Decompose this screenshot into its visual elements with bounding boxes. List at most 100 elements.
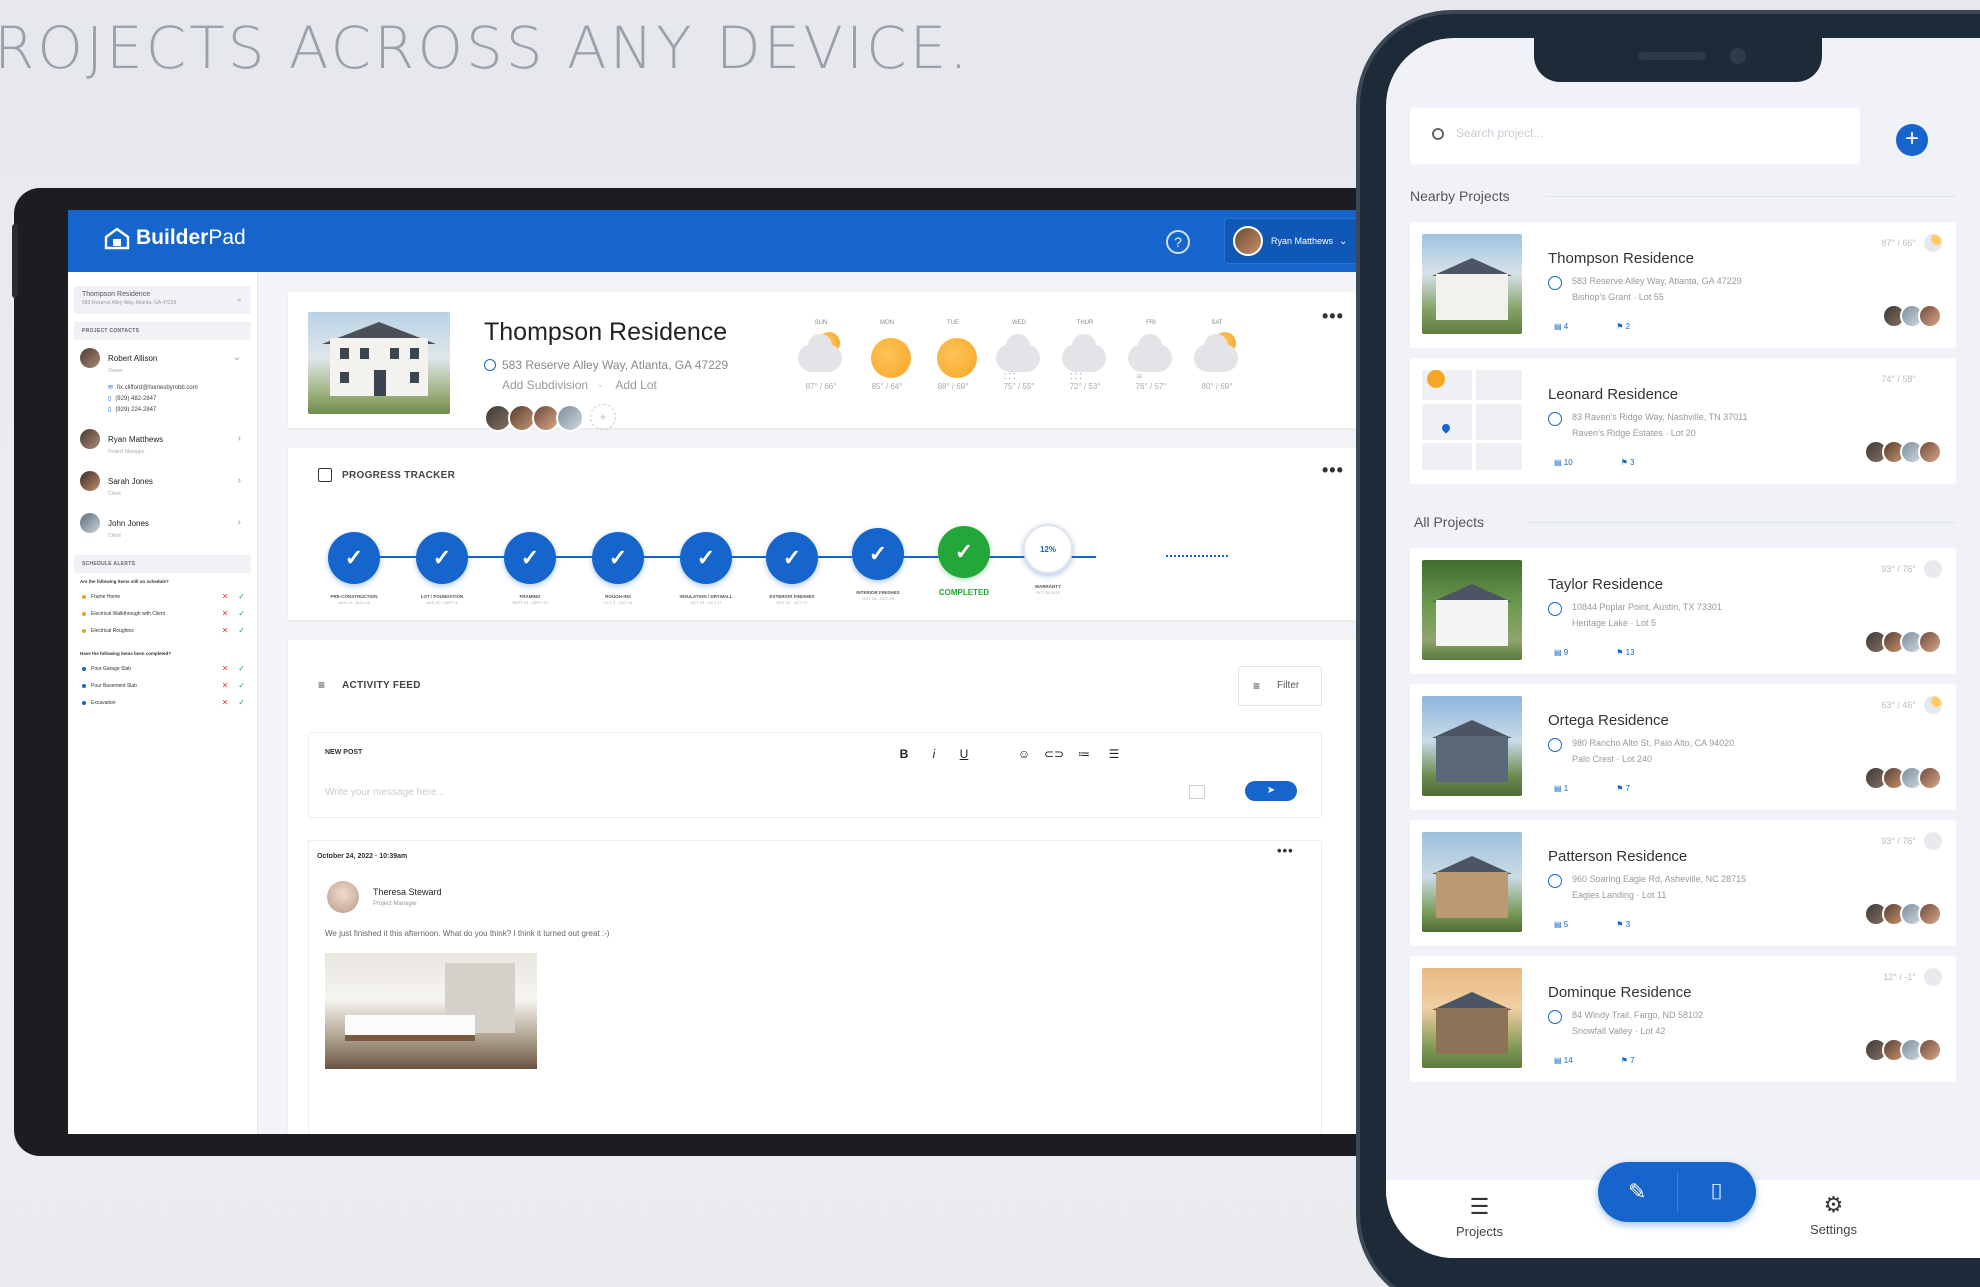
reject-icon[interactable]: ✕ <box>222 664 229 673</box>
weather-temp: 80° / 69° <box>1201 382 1233 391</box>
bullet-list-icon[interactable]: ☰ <box>1099 747 1129 761</box>
filter-button[interactable]: ≡ Filter <box>1238 666 1322 706</box>
flags-count: ⚑ 3 <box>1620 458 1635 467</box>
activity-feed-card: ≡ ACTIVITY FEED ≡ Filter NEW POST B i U … <box>288 640 1358 1134</box>
weather-day: MON 85° / 64° <box>854 320 920 391</box>
confirm-icon[interactable]: ✓ <box>238 698 245 707</box>
contacts-header: PROJECT CONTACTS <box>74 322 251 340</box>
reject-icon[interactable]: ✕ <box>222 698 229 707</box>
help-icon[interactable]: ? <box>1166 230 1190 254</box>
send-button[interactable]: ➤ <box>1245 781 1297 801</box>
progress-step-warranty[interactable]: 12% WARRANTY OCT 30 2023 <box>988 524 1108 595</box>
comments-count: ▤ 14 <box>1554 1056 1573 1065</box>
more-options-icon[interactable]: ••• <box>1322 306 1344 327</box>
chevron-right-icon[interactable]: › <box>238 517 241 528</box>
italic-icon[interactable]: i <box>919 747 949 761</box>
chevron-down-icon[interactable]: ⌄ <box>233 352 241 363</box>
project-card[interactable]: Patterson Residence 960 Soaring Eagle Rd… <box>1410 820 1956 946</box>
project-card[interactable]: Dominque Residence 84 Windy Trail, Fargo… <box>1410 956 1956 1082</box>
front-camera <box>1730 48 1746 64</box>
all-projects-heading: All Projects <box>1414 514 1485 530</box>
alert-label: Electrical Roughins <box>91 627 134 634</box>
flags-count: ⚑ 3 <box>1616 920 1631 929</box>
cloud-shape <box>798 334 842 372</box>
project-name: Dominque Residence <box>1548 984 1692 1001</box>
add-lot-link[interactable]: Add Lot <box>615 378 656 392</box>
emoji-icon[interactable]: ☺ <box>1009 747 1039 761</box>
project-card[interactable]: Leonard Residence 83 Raven's Ridge Way, … <box>1410 358 1956 484</box>
post-author[interactable]: Theresa Steward <box>373 887 442 897</box>
more-options-icon[interactable]: ••• <box>1322 460 1344 481</box>
alert-item: Frame Home ✕ ✓ <box>68 588 257 605</box>
contact-phone[interactable]: ▯ (929) 224-2847 <box>68 404 257 415</box>
contact-item[interactable]: Sarah Jones Client › <box>68 463 257 505</box>
location-icon <box>1548 874 1562 888</box>
project-card[interactable]: Ortega Residence 980 Rancho Alto St, Pal… <box>1410 684 1956 810</box>
cloudy-icon <box>1924 832 1942 850</box>
project-counts: ▤ 14 ⚑ 7 <box>1554 1056 1683 1065</box>
team-avatars <box>1864 440 1942 464</box>
reject-icon[interactable]: ✕ <box>222 609 229 618</box>
contact-phone[interactable]: ▯ (929) 482-2847 <box>68 393 257 404</box>
feed-post: October 24, 2022 · 10:39am ••• Theresa S… <box>308 840 1322 1134</box>
avatar <box>1233 226 1263 256</box>
confirm-icon[interactable]: ✓ <box>238 681 245 690</box>
alert-question: Have the following items been completed? <box>80 651 172 656</box>
avatar[interactable] <box>556 404 584 432</box>
more-options-icon[interactable]: ••• <box>1277 843 1294 858</box>
add-member-button[interactable]: + <box>590 404 616 430</box>
project-photo[interactable] <box>308 312 450 414</box>
contact-email[interactable]: ✉ fix.clifford@homesbyrobb.com <box>68 382 257 393</box>
nav-projects[interactable]: ☰ Projects <box>1456 1194 1503 1239</box>
confirm-icon[interactable]: ✓ <box>238 609 245 618</box>
post-message: We just finished it this afternoon. What… <box>325 929 610 938</box>
camera-icon[interactable]: ⌷ <box>1678 1162 1757 1222</box>
reject-icon[interactable]: ✕ <box>222 592 229 601</box>
search-icon <box>1432 128 1444 140</box>
alert-item: Electrical Roughins ✕ ✓ <box>68 622 257 639</box>
project-selector[interactable]: Thompson Residence 583 Reserve Alley Way… <box>74 286 251 314</box>
confirm-icon[interactable]: ✓ <box>238 664 245 673</box>
project-counts: ▤ 1 ⚑ 7 <box>1554 784 1678 793</box>
weather-temp: 74° / 58° <box>1881 374 1916 384</box>
project-overview-card: Thompson Residence 583 Reserve Alley Way… <box>288 292 1358 432</box>
user-menu[interactable]: Ryan Matthews ⌄ <box>1224 218 1358 264</box>
confirm-icon[interactable]: ✓ <box>238 626 245 635</box>
sunny-icon <box>920 330 986 380</box>
cloudy-icon <box>1924 560 1942 578</box>
chevron-right-icon[interactable]: › <box>238 475 241 486</box>
add-project-button[interactable]: + <box>1896 124 1928 156</box>
check-icon: ✓ <box>328 532 380 584</box>
builderpad-logo[interactable]: BuilderPad <box>104 226 246 250</box>
bold-icon[interactable]: B <box>889 747 919 761</box>
nav-settings[interactable]: ⚙ Settings <box>1810 1192 1857 1237</box>
team-avatars <box>1864 902 1942 926</box>
window <box>410 372 419 383</box>
ordered-list-icon[interactable]: ≔ <box>1069 747 1099 761</box>
check-icon: ✓ <box>766 532 818 584</box>
pencil-icon[interactable]: ✎ <box>1598 1162 1677 1222</box>
contact-item[interactable]: John Jones Client › <box>68 505 257 547</box>
project-name: Patterson Residence <box>1548 848 1688 865</box>
underline-icon[interactable]: U <box>949 747 979 761</box>
contact-item[interactable]: Robert Allison Owner ⌄ <box>68 340 257 382</box>
reject-icon[interactable]: ✕ <box>222 681 229 690</box>
post-photo[interactable] <box>325 953 537 1069</box>
confirm-icon[interactable]: ✓ <box>238 592 245 601</box>
comments-count: ▤ 5 <box>1554 920 1569 929</box>
reject-icon[interactable]: ✕ <box>222 626 229 635</box>
post-timestamp: October 24, 2022 · 10:39am <box>317 853 408 860</box>
chevron-right-icon[interactable]: › <box>238 433 241 444</box>
add-subdivision-link[interactable]: Add Subdivision <box>502 378 588 392</box>
search-input[interactable] <box>1456 126 1816 140</box>
message-input[interactable]: Write your message here... <box>325 787 445 798</box>
avatar[interactable] <box>327 881 359 913</box>
link-icon[interactable]: ⊂⊃ <box>1039 747 1069 761</box>
contact-item[interactable]: Ryan Matthews Project Manager › <box>68 421 257 463</box>
app-header: BuilderPad ? Ryan Matthews ⌄ <box>68 210 1358 272</box>
window <box>360 348 369 359</box>
image-upload-icon[interactable] <box>1189 785 1205 799</box>
project-card[interactable]: Thompson Residence 583 Reserve Alley Way… <box>1410 222 1956 348</box>
weather-temp: 72° / 53° <box>1069 382 1101 391</box>
project-card[interactable]: Taylor Residence 10844 Poplar Point, Aus… <box>1410 548 1956 674</box>
